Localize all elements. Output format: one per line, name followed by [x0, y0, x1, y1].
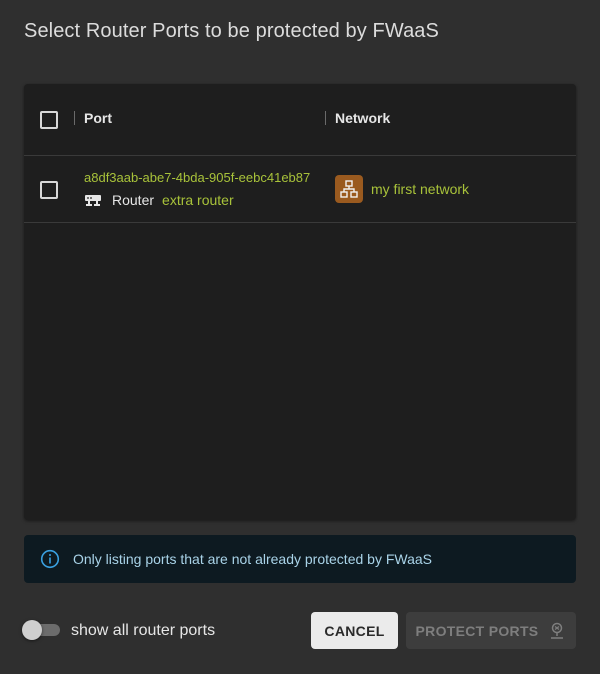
- protect-ports-label: PROTECT PORTS: [415, 622, 539, 639]
- cancel-button[interactable]: CANCEL: [311, 612, 398, 649]
- row-select-checkbox[interactable]: [40, 181, 58, 199]
- toggle-knob: [22, 620, 42, 640]
- router-ports-table: Port Network a8df3aab-abe7-4bda-905f-eeb…: [24, 84, 576, 520]
- table-header: Port Network: [24, 84, 576, 156]
- network-topology-icon: [340, 180, 358, 198]
- router-icon: [85, 195, 101, 206]
- info-icon: [40, 549, 60, 569]
- show-all-ports-toggle[interactable]: [22, 620, 60, 640]
- network-icon: [335, 175, 363, 203]
- protect-ports-dialog: Select Router Ports to be protected by F…: [0, 0, 600, 674]
- router-name-link[interactable]: extra router: [162, 192, 234, 208]
- port-id-link[interactable]: a8df3aab-abe7-4bda-905f-eebc41eb87: [84, 170, 325, 185]
- dialog-title: Select Router Ports to be protected by F…: [24, 20, 439, 42]
- select-all-checkbox[interactable]: [40, 111, 58, 129]
- info-text: Only listing ports that are not already …: [73, 551, 432, 567]
- router-label: Router: [112, 192, 155, 208]
- table-row[interactable]: a8df3aab-abe7-4bda-905f-eebc41eb87 Route…: [24, 156, 576, 223]
- column-header-network[interactable]: Network: [325, 111, 565, 125]
- shield-port-icon: [551, 622, 564, 639]
- toggle-label: show all router ports: [71, 622, 216, 639]
- info-banner: Only listing ports that are not already …: [24, 535, 576, 583]
- router-info: Router extra router: [84, 192, 234, 208]
- protect-ports-button[interactable]: PROTECT PORTS: [406, 612, 576, 649]
- network-name-link[interactable]: my first network: [371, 181, 469, 197]
- column-header-port[interactable]: Port: [74, 111, 314, 125]
